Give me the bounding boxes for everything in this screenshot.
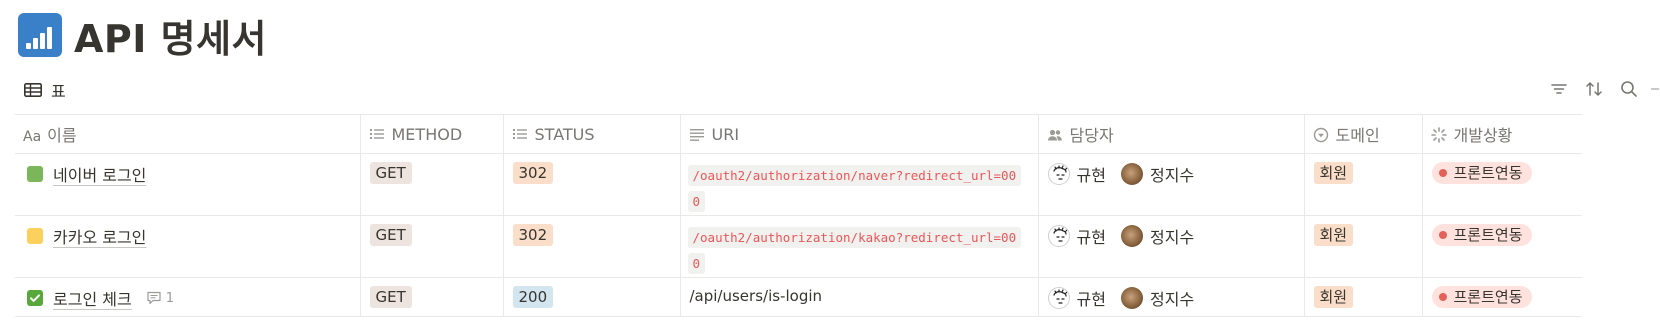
list-icon: [512, 128, 527, 139]
avatar: [1121, 287, 1144, 309]
text-lines-icon: [689, 128, 704, 141]
cell-name[interactable]: 로그인 체크 1: [15, 277, 361, 317]
status-icon: [1430, 127, 1447, 143]
dev-status-badge: 프론트연동: [1431, 224, 1532, 246]
uri-code: /oauth2/authorization/naver?redirect_url…: [687, 165, 1022, 212]
people-icon: [1047, 129, 1062, 141]
domain-tag: 회원: [1313, 224, 1354, 246]
select-icon: [1313, 127, 1328, 143]
cell-uri[interactable]: /api/users/is-login: [680, 277, 1039, 317]
api-table: Aa 이름 METHOD STATUS URI 담당자 도메인 개발상황 네이버…: [15, 114, 1582, 317]
cell-dev[interactable]: 프론트연동: [1422, 153, 1582, 216]
person-chip: 정지수: [1121, 286, 1194, 310]
cell-dev[interactable]: 프론트연동: [1422, 215, 1582, 278]
column-header-name[interactable]: Aa 이름: [15, 114, 361, 154]
cell-owner[interactable]: 규현 정지수: [1038, 153, 1305, 216]
method-tag: GET: [369, 162, 412, 184]
cell-status[interactable]: 200: [503, 277, 681, 317]
green-square-icon: [27, 166, 43, 182]
sort-icon: [1586, 82, 1602, 96]
list-icon: [369, 128, 384, 139]
more-options-button[interactable]: [1650, 78, 1660, 100]
row-title[interactable]: 네이버 로그인: [53, 162, 146, 186]
person-name: 규현: [1076, 290, 1106, 309]
avatar: [1121, 163, 1144, 185]
status-tag: 302: [512, 224, 554, 246]
column-header-uri[interactable]: URI: [680, 114, 1039, 154]
column-header-status[interactable]: STATUS: [503, 114, 681, 154]
filter-button[interactable]: [1548, 78, 1570, 100]
dev-status-badge: 프론트연동: [1431, 286, 1532, 308]
method-tag: GET: [369, 286, 412, 308]
column-header-domain[interactable]: 도메인: [1304, 114, 1423, 154]
yellow-square-icon: [27, 228, 43, 244]
cell-domain[interactable]: 회원: [1304, 277, 1423, 317]
cell-uri[interactable]: /oauth2/authorization/kakao?redirect_url…: [680, 215, 1039, 278]
person-name: 정지수: [1150, 228, 1195, 247]
person-chip: 정지수: [1121, 162, 1194, 186]
person-name: 규현: [1076, 228, 1106, 247]
cell-domain[interactable]: 회원: [1304, 215, 1423, 278]
row-title[interactable]: 카카오 로그인: [53, 224, 146, 248]
status-tag: 302: [512, 162, 554, 184]
cell-owner[interactable]: 규현 정지수: [1038, 277, 1305, 317]
status-tag: 200: [512, 286, 554, 308]
person-chip: 규현: [1047, 286, 1106, 310]
table-row[interactable]: 카카오 로그인 GET 302 /oauth2/authorization/ka…: [15, 215, 1582, 278]
uri-code: /oauth2/authorization/kakao?redirect_url…: [687, 227, 1022, 274]
tab-table-view[interactable]: 표: [24, 78, 66, 102]
cell-uri[interactable]: /oauth2/authorization/naver?redirect_url…: [680, 153, 1039, 216]
cell-status[interactable]: 302: [503, 153, 681, 216]
status-dot-icon: [1438, 169, 1447, 177]
cell-name[interactable]: 네이버 로그인: [15, 153, 361, 216]
table-header-row: Aa 이름 METHOD STATUS URI 담당자 도메인 개발상황: [15, 114, 1582, 154]
database-toolbar: [1535, 78, 1660, 100]
status-dot-icon: [1438, 293, 1447, 301]
cell-method[interactable]: GET: [360, 215, 504, 278]
bar-chart-icon[interactable]: [18, 13, 62, 57]
domain-tag: 회원: [1313, 162, 1354, 184]
column-header-method[interactable]: METHOD: [360, 114, 504, 154]
comment-icon: [147, 291, 161, 305]
avatar: [1047, 225, 1070, 247]
cell-method[interactable]: GET: [360, 277, 504, 317]
column-header-dev[interactable]: 개발상황: [1422, 114, 1582, 154]
text-type-icon: Aa: [23, 129, 42, 145]
cell-name[interactable]: 카카오 로그인: [15, 215, 361, 278]
cell-status[interactable]: 302: [503, 215, 681, 278]
table-row[interactable]: 로그인 체크 1 GET 200 /api/users/is-login 규현: [15, 277, 1582, 317]
comment-count[interactable]: 1: [146, 291, 174, 306]
view-label: 표: [51, 82, 66, 101]
table-row[interactable]: 네이버 로그인 GET 302 /oauth2/authorization/na…: [15, 153, 1582, 216]
cell-domain[interactable]: 회원: [1304, 153, 1423, 216]
row-title[interactable]: 로그인 체크: [53, 286, 132, 310]
cell-dev[interactable]: 프론트연동: [1422, 277, 1582, 317]
page-header: API 명세서: [18, 8, 267, 63]
uri-text: /api/users/is-login: [689, 287, 823, 305]
sort-button[interactable]: [1583, 78, 1605, 100]
person-chip: 규현: [1047, 162, 1106, 186]
cell-owner[interactable]: 규현 정지수: [1038, 215, 1305, 278]
status-dot-icon: [1438, 231, 1447, 239]
avatar: [1047, 163, 1070, 185]
search-button[interactable]: [1618, 78, 1640, 100]
dev-status-badge: 프론트연동: [1431, 162, 1532, 184]
cell-method[interactable]: GET: [360, 153, 504, 216]
domain-tag: 회원: [1313, 286, 1354, 308]
avatar: [1121, 225, 1144, 247]
column-header-owner[interactable]: 담당자: [1038, 114, 1305, 154]
page-title[interactable]: API 명세서: [74, 8, 267, 63]
chevron-icon: [1651, 88, 1659, 90]
search-icon: [1621, 81, 1637, 97]
checkmark-icon: [27, 290, 43, 306]
person-chip: 정지수: [1121, 224, 1194, 248]
method-tag: GET: [369, 224, 412, 246]
table-icon: [24, 83, 42, 97]
person-name: 정지수: [1150, 290, 1195, 309]
filter-icon: [1551, 84, 1567, 94]
person-name: 정지수: [1150, 166, 1195, 185]
avatar: [1047, 287, 1070, 309]
person-name: 규현: [1076, 166, 1106, 185]
person-chip: 규현: [1047, 224, 1106, 248]
